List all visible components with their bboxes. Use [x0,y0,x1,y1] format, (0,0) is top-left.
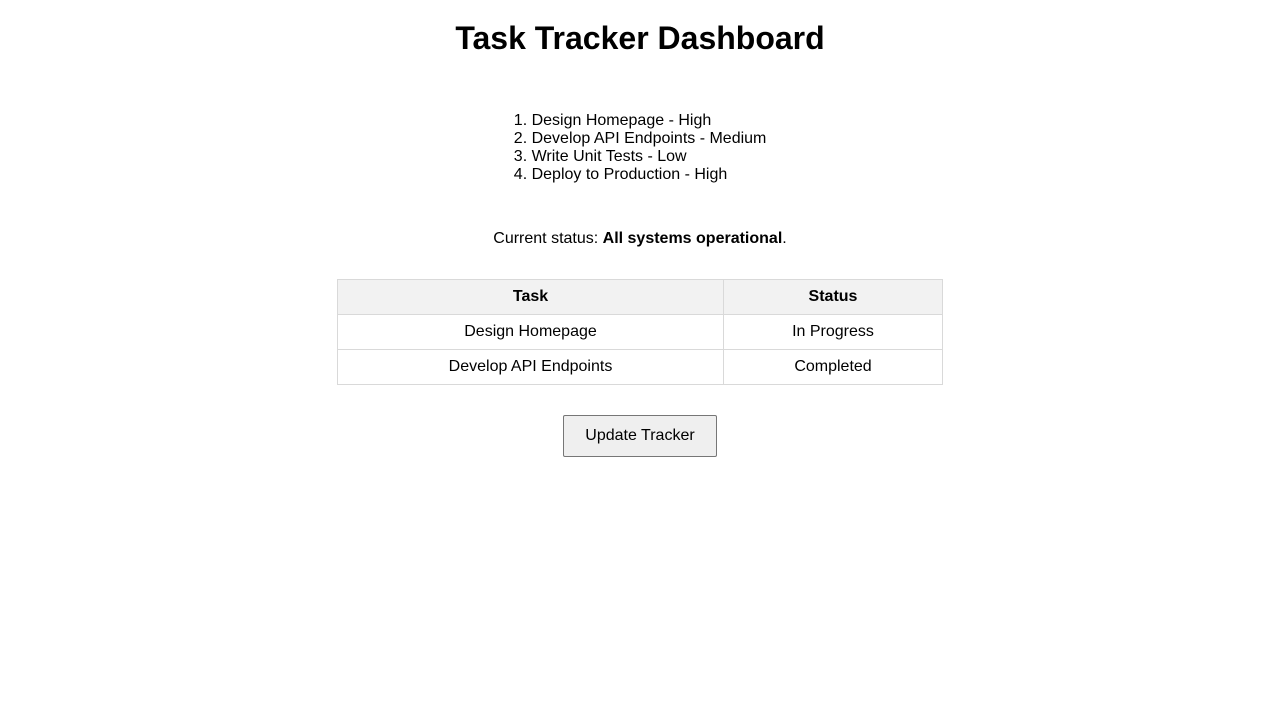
table-row: Design Homepage In Progress [337,314,943,350]
status-suffix: . [782,230,787,247]
task-list-container: Design Homepage - High Develop API Endpo… [0,112,1280,184]
page-title: Task Tracker Dashboard [455,20,825,56]
task-cell: Design Homepage [337,314,724,350]
task-status-table: Task Status Design Homepage In Progress … [337,279,943,385]
list-item: Deploy to Production - High [532,166,767,184]
list-item: Develop API Endpoints - Medium [532,130,767,148]
update-tracker-button[interactable]: Update Tracker [563,415,717,457]
status-prefix: Current status: [493,230,603,247]
table-row: Develop API Endpoints Completed [337,349,943,385]
status-cell: In Progress [723,314,943,350]
task-cell: Develop API Endpoints [337,349,724,385]
list-item: Write Unit Tests - Low [532,148,767,166]
list-item: Design Homepage - High [532,112,767,130]
status-cell: Completed [723,349,943,385]
column-header-status: Status [723,279,943,315]
status-value: All systems operational [602,230,783,247]
task-list: Design Homepage - High Develop API Endpo… [514,112,767,184]
column-header-task: Task [337,279,724,315]
page: Task Tracker Dashboard Design Homepage -… [0,0,1280,720]
action-bar: Update Tracker [0,415,1280,457]
table-header-row: Task Status [337,279,943,315]
status-line: Current status: All systems operational. [0,230,1280,248]
